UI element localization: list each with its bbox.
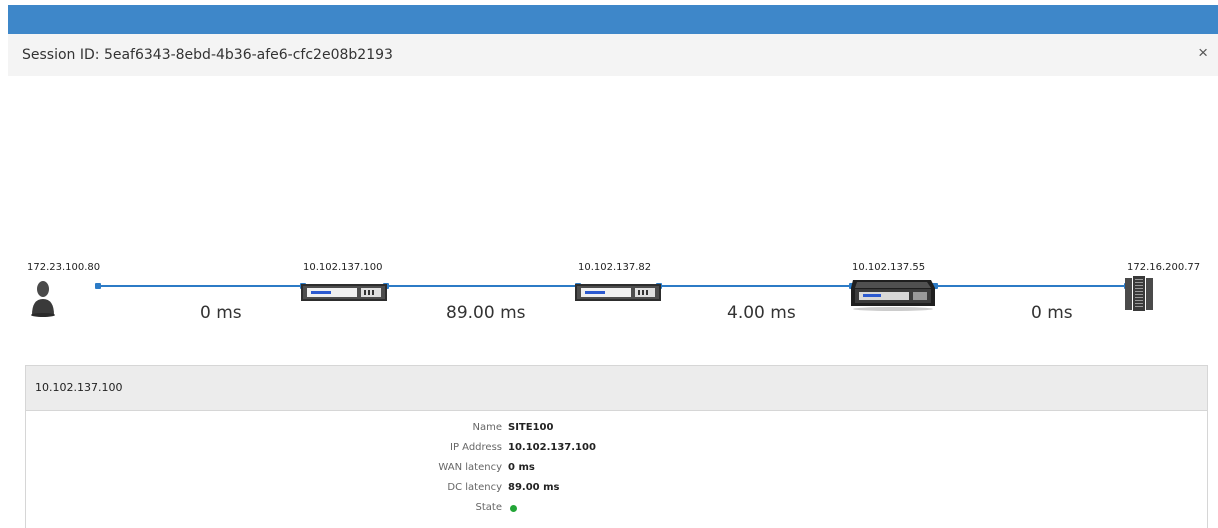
- detail-header: 10.102.137.100: [26, 366, 1207, 411]
- detail-row-ip: IP Address 10.102.137.100: [26, 442, 1207, 458]
- appliance-large-icon[interactable]: [849, 276, 937, 317]
- detail-row-state: State: [26, 502, 1207, 518]
- detail-value: SITE100: [508, 422, 554, 433]
- appliance-icon[interactable]: [575, 278, 663, 309]
- path-link: [386, 285, 578, 287]
- node-ip-label: 172.16.200.77: [1127, 262, 1201, 273]
- detail-label: State: [475, 502, 502, 513]
- close-button[interactable]: ×: [1198, 43, 1208, 63]
- path-link: [935, 285, 1128, 287]
- node-ip-label: 10.102.137.55: [852, 262, 926, 273]
- detail-value: 89.00 ms: [508, 482, 560, 493]
- detail-header-title: 10.102.137.100: [35, 381, 123, 394]
- session-header: Session ID: 5eaf6343-8ebd-4b36-afe6-cfc2…: [8, 34, 1218, 76]
- appliance-icon[interactable]: [301, 278, 389, 309]
- link-latency: 89.00 ms: [446, 303, 526, 323]
- link-latency: 4.00 ms: [727, 303, 796, 323]
- detail-label: DC latency: [447, 482, 502, 493]
- detail-label: WAN latency: [438, 462, 502, 473]
- path-link: [659, 285, 852, 287]
- node-ip-label: 10.102.137.82: [578, 262, 652, 273]
- path-link: [97, 285, 303, 287]
- detail-row-dc-latency: DC latency 89.00 ms: [26, 482, 1207, 498]
- server-icon[interactable]: [1124, 276, 1154, 317]
- detail-value: 10.102.137.100: [508, 442, 596, 453]
- node-detail-panel: 10.102.137.100 Name SITE100 IP Address 1…: [25, 365, 1208, 528]
- detail-value: 0 ms: [508, 462, 535, 473]
- state-indicator-icon: [510, 505, 517, 512]
- detail-row-wan-latency: WAN latency 0 ms: [26, 462, 1207, 478]
- link-latency: 0 ms: [1031, 303, 1073, 323]
- detail-label: Name: [472, 422, 502, 433]
- node-ip-label: 10.102.137.100: [303, 262, 383, 273]
- detail-row-name: Name SITE100: [26, 422, 1207, 438]
- user-icon[interactable]: [30, 277, 70, 324]
- node-ip-label: 172.23.100.80: [27, 262, 101, 273]
- detail-label: IP Address: [450, 442, 502, 453]
- session-title: Session ID: 5eaf6343-8ebd-4b36-afe6-cfc2…: [22, 47, 393, 63]
- window-titlebar: [8, 5, 1218, 34]
- link-endpoint: [95, 283, 101, 289]
- link-latency: 0 ms: [200, 303, 242, 323]
